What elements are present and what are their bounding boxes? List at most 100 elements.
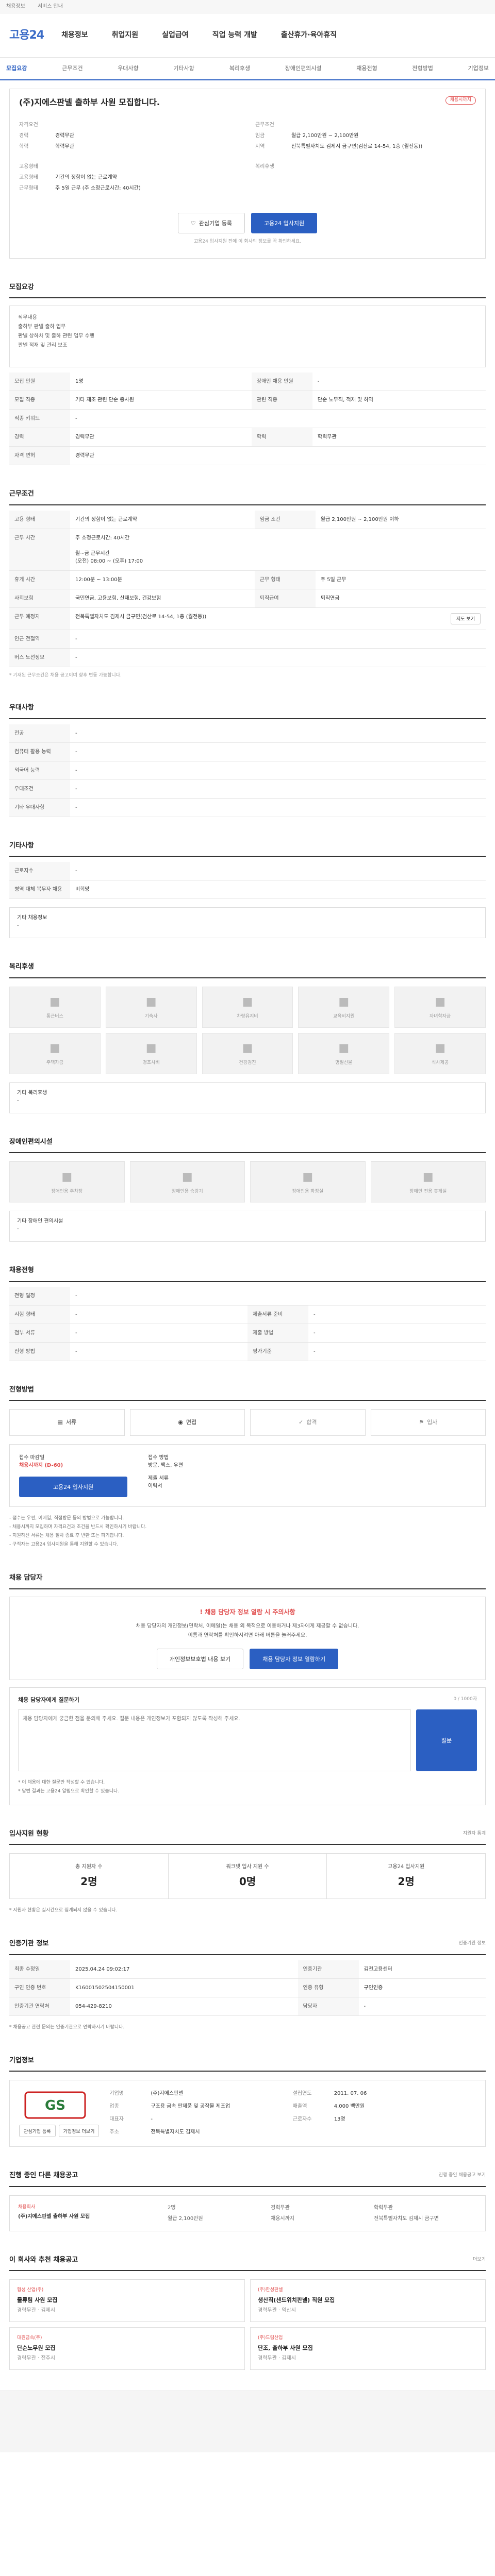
facility-section: 장애인편의시설 ■ 장애인용 주차장 ■ 장애인용 승강기 ■ 장애인용 화장실 ■ 장… [9, 1137, 486, 1242]
welfare-item: ■ 식사제공 [394, 1032, 486, 1074]
process-section: 채용전형 전형 일정 - 시험 형태 - 제출서류 준비 - 첨부 서류 - 제출 방법 - … [9, 1265, 486, 1361]
step-join: ⚑ 입사 [370, 1409, 486, 1436]
tab-work[interactable]: 근무조건 [62, 64, 82, 73]
table-row: 사회보험 국민연금, 고용보험, 산재보험, 건강보험 퇴직급여 퇴직연금 [9, 589, 486, 608]
apply-button-bottom[interactable]: 고용24 입사지원 [19, 1477, 127, 1497]
lounge-icon: ■ [422, 1170, 434, 1183]
table-row: 버스 노선정보 - [9, 648, 486, 667]
section-title: 복리후생 [9, 962, 486, 978]
step-interview: ◉ 면접 [129, 1409, 245, 1436]
map-button[interactable]: 지도 보기 [451, 613, 481, 624]
tab-method[interactable]: 전형방법 [412, 64, 433, 73]
auth-link[interactable]: 인증기관 정보 [458, 1940, 486, 1947]
contact-section: 채용 담당자 ! 채용 담당자 정보 열람 시 주의사항 채용 담당자의 개인정… [9, 1573, 486, 1805]
table-row: 휴게 시간 12:00분 ~ 13:00분 근무 형태 주 5일 근무 [9, 570, 486, 589]
recruit-table: 모집 인원 1명 장애인 채용 인원 - 모집 직종 기타 제조 관련 단순 종사원 관련… [9, 372, 486, 465]
facility-note: 기타 장애인 편의시설 - [9, 1211, 486, 1242]
site-logo[interactable]: 고용24 [9, 27, 44, 44]
section-title: 우대사항 [9, 703, 486, 719]
table-row: 외국어 능력 - [9, 761, 486, 780]
table-row: 근무 시간 주 소정근로시간: 40시간 월~금 근무시간 (오전) 08:00 … [9, 529, 486, 571]
gnb-jobs[interactable]: 채용정보 [61, 30, 88, 41]
job-summary: 채용시까지 (주)지에스판넬 출하부 사원 모집합니다. 자격요건 경력 경력무관… [9, 89, 486, 259]
question-input[interactable] [18, 1709, 411, 1772]
welfare-section: 복리후생 ■ 통근버스 ■ 기숙사 ■ 차량유지비 ■ 교육비지원 ■ 자녀학자금 ■ 주택… [9, 962, 486, 1113]
qual-key: 학력 [19, 144, 29, 149]
welfare-item: ■ 통근버스 [9, 986, 101, 1028]
table-row: 근무 예정지 전북특별자치도 김제시 금구면(검산로 14-54, 1층 (월전동… [9, 607, 486, 630]
recommend-more-link[interactable]: 더보기 [473, 2257, 486, 2264]
section-title: 장애인편의시설 [9, 1137, 486, 1153]
apply-note: 고용24 입사지원 전에 이 회사의 정보를 꼭 확인하세요. [193, 239, 302, 244]
facility-item: ■ 장애인용 주차장 [9, 1161, 125, 1202]
gnb-benefit[interactable]: 실업급여 [162, 30, 189, 41]
tab-process[interactable]: 채용전형 [356, 64, 377, 73]
section-title: 채용 담당자 [9, 1573, 486, 1589]
table-row: 기타 우대사항 - [9, 798, 486, 817]
recommend-card[interactable]: 대원금속(주) 단순노무원 모집 경력무관 · 전주시 [9, 2327, 245, 2370]
method-section: 전형방법 ▤ 서류 ◉ 면접 ✓ 합격 ⚑ 입사 접수 마감일 채용시까지 (D-60)… [9, 1385, 486, 1550]
utility-link-jobs[interactable]: 채용정보 [6, 3, 25, 10]
table-row: 직종 키워드 - [9, 409, 486, 428]
tab-facility[interactable]: 장애인편의시설 [285, 64, 322, 73]
employ-key: 고용형태 [19, 175, 38, 180]
section-title: 기업정보 [9, 2056, 486, 2072]
table-row: 구인 인증 번호 K16001502504150001 인증 유형 구인인증 [9, 1978, 486, 1997]
tab-welfare[interactable]: 복리후생 [229, 64, 250, 73]
welfare-note: 기타 복리후생 - [9, 1082, 486, 1113]
facility-item: ■ 장애인용 승강기 [129, 1161, 245, 1202]
house-icon: ■ [50, 1042, 60, 1055]
step-document: ▤ 서류 [9, 1409, 125, 1436]
other-jobs-section: 진행 중인 다른 채용공고 진행 중인 채용공고 보기 채용회사 (주)지에스판넬 … [9, 2171, 486, 2231]
tab-etc[interactable]: 기타사항 [173, 64, 194, 73]
table-row: 자격 면허 경력무관 [9, 446, 486, 465]
company-interest-button[interactable]: 관심기업 등록 [19, 2125, 56, 2138]
cond-value: 월급 2,100만원 ~ 2,100만원 [291, 133, 359, 139]
section-title: 기타사항 [9, 841, 486, 857]
company-logo: GS [19, 2090, 91, 2121]
facility-item: ■ 장애인용 화장실 [250, 1161, 366, 1202]
car-icon: ■ [242, 995, 253, 1009]
welfare-label: 복리후생 [255, 164, 274, 170]
recommend-card[interactable]: (주)한성판넬 생산직(샌드위치판넬) 직원 모집 경력무관 · 익산시 [250, 2279, 486, 2323]
welfare-item: ■ 건강검진 [202, 1032, 293, 1074]
cap-icon: ■ [435, 995, 446, 1009]
gnb-training[interactable]: 직업 능력 개발 [212, 30, 257, 41]
table-row: 전형 일정 - [9, 1286, 486, 1306]
prefer-section: 우대사항 전공 - 컴퓨터 활용 능력 - 외국어 능력 - 우대조건 - 기타 우대사… [9, 703, 486, 817]
work-table: 고용 형태 기간의 정함이 없는 근로계약 임금 조건 월급 2,100만원 ~ 2,… [9, 510, 486, 667]
bus-icon: ■ [50, 995, 60, 1009]
recommend-card[interactable]: 협성 산업(주) 물류팀 사원 모집 경력무관 · 김제시 [9, 2279, 245, 2323]
table-row: 경력 경력무관 학력 학력무관 [9, 428, 486, 447]
tab-company[interactable]: 기업정보 [468, 64, 488, 73]
gnb-support[interactable]: 취업지원 [112, 30, 139, 41]
detail-tabs: 모집요강 근무조건 우대사항 기타사항 복리후생 장애인편의시설 채용전형 전형… [0, 58, 495, 80]
welfare-item: ■ 기숙사 [105, 986, 197, 1028]
etc-note-box: 기타 채용정보 - [9, 907, 486, 938]
other-jobs-link[interactable]: 진행 중인 채용공고 보기 [439, 2172, 486, 2179]
tab-recruit[interactable]: 모집요강 [6, 64, 27, 73]
utility-link-service[interactable]: 서비스 안내 [38, 3, 63, 10]
question-submit-button[interactable]: 질문 [416, 1709, 477, 1772]
privacy-law-button[interactable]: 개인정보보호법 내용 보기 [156, 1648, 244, 1669]
stat-total: 총 지원자 수 2명 [10, 1854, 169, 1899]
recommend-section: 이 회사와 추천 채용공고 더보기 협성 산업(주) 물류팀 사원 모집 경력무관 ·… [9, 2255, 486, 2370]
table-row: 인증기관 연락처 054-429-8210 담당자 - [9, 1997, 486, 2016]
tab-prefer[interactable]: 우대사항 [118, 64, 138, 73]
health-icon: ■ [242, 1042, 253, 1055]
recommend-card[interactable]: (주)드림산업 단조, 출하부 사원 모집 경력무관 · 김제시 [250, 2327, 486, 2370]
applicant-stats-link[interactable]: 지원자 통계 [463, 1831, 486, 1838]
table-row: 시험 형태 - 제출서류 준비 - [9, 1305, 486, 1324]
gift-icon: ■ [145, 1042, 157, 1055]
section-title: 모집요강 [9, 282, 486, 298]
interest-company-button[interactable]: ♡ 관심기업 등록 [177, 213, 245, 233]
view-contact-button[interactable]: 채용 담당자 정보 열람하기 [250, 1648, 339, 1669]
gnb-leave[interactable]: 출산휴가·육아휴직 [281, 30, 337, 41]
other-job-card[interactable]: 채용회사 (주)지에스판넬 출하부 사원 모집 2명 경력무관 학력무관 월급 2,1… [9, 2195, 486, 2231]
step-pass: ✓ 합격 [250, 1409, 366, 1436]
company-more-button[interactable]: 기업정보 더보기 [58, 2125, 100, 2138]
svg-text:GS: GS [45, 2098, 65, 2113]
work-section: 근무조건 고용 형태 기간의 정함이 없는 근로계약 임금 조건 월급 2,100만원… [9, 489, 486, 679]
apply-button[interactable]: 고용24 입사지원 [251, 213, 318, 233]
ask-box: 채용 담당자에게 질문하기0 / 1000자 질문 * 이 채용에 대한 질문만… [9, 1687, 486, 1805]
